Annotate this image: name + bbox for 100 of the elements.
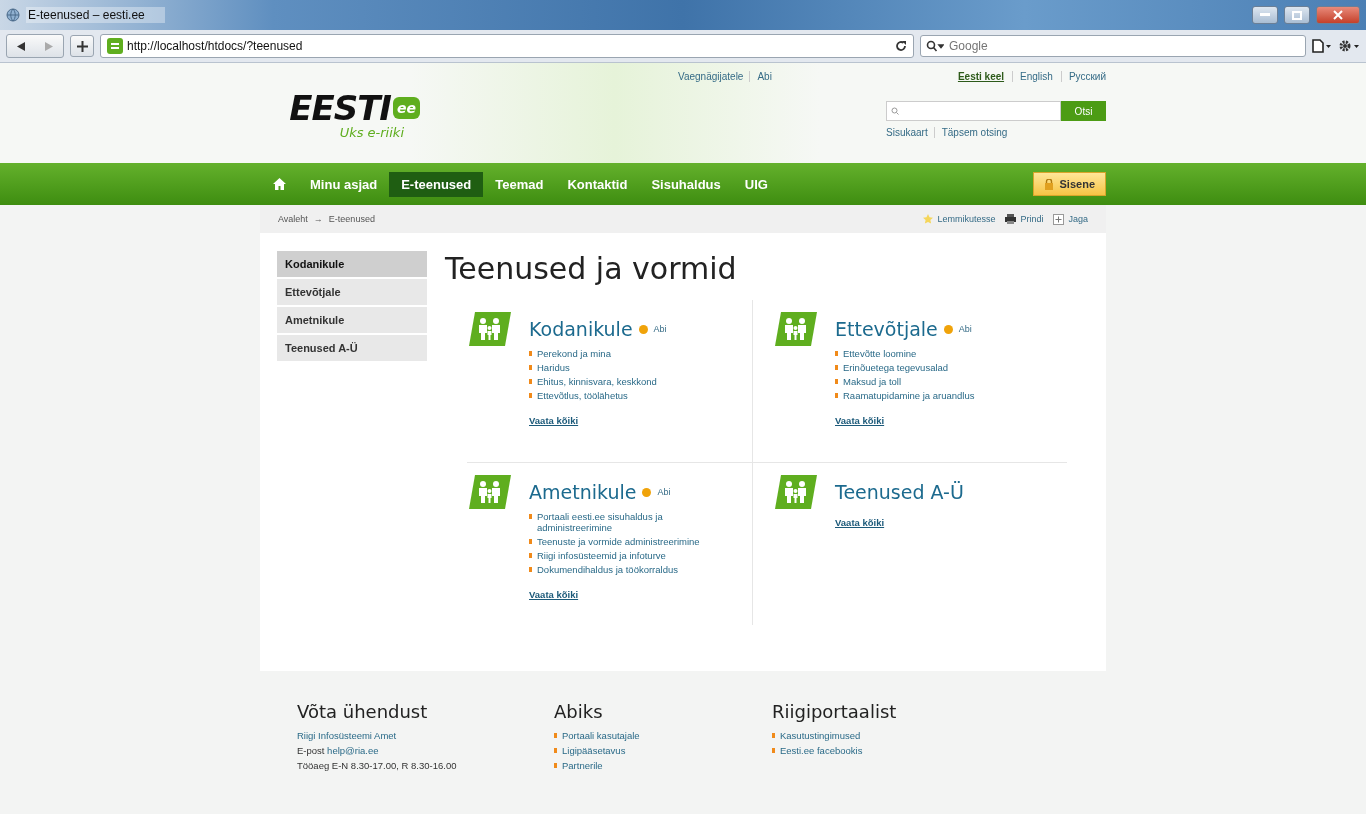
service-link[interactable]: Maksud ja toll bbox=[843, 376, 902, 387]
help-link[interactable]: Abi bbox=[653, 324, 667, 334]
close-button[interactable] bbox=[1316, 6, 1360, 24]
printer-icon bbox=[1005, 214, 1017, 224]
header-link[interactable]: Abi bbox=[749, 71, 772, 82]
lock-icon bbox=[1043, 178, 1054, 190]
language-link[interactable]: Русский bbox=[1060, 71, 1106, 82]
sidebar-item[interactable]: Ettevõtjale bbox=[277, 279, 427, 305]
breadcrumb-link[interactable]: E-teenused bbox=[328, 214, 375, 224]
view-all-link[interactable]: Vaata kõiki bbox=[835, 415, 885, 426]
sidebar-item[interactable]: Ametnikule bbox=[277, 307, 427, 333]
help-dot-icon bbox=[943, 324, 953, 334]
organization-link[interactable]: Riigi Infosüsteemi Amet bbox=[297, 730, 554, 741]
home-icon bbox=[272, 178, 286, 190]
globe-icon bbox=[6, 8, 20, 22]
header-link[interactable]: Vaegnägijatele bbox=[678, 71, 744, 82]
search-link[interactable]: Sisukaart bbox=[886, 127, 928, 138]
bullet-icon bbox=[529, 553, 532, 558]
login-button[interactable]: Sisene bbox=[1032, 172, 1106, 196]
window-title: E-teenused – eesti.ee bbox=[26, 7, 165, 23]
nav-tab[interactable]: UIG bbox=[732, 171, 780, 197]
help-link[interactable]: Abi bbox=[657, 487, 671, 497]
bullet-icon bbox=[529, 351, 532, 356]
footer-link[interactable]: Eesti.ee facebookis bbox=[780, 745, 863, 756]
footer-link[interactable]: Kasutustingimused bbox=[780, 730, 861, 741]
footer-heading: Abiks bbox=[554, 701, 604, 722]
sidebar-item[interactable]: Kodanikule bbox=[277, 251, 427, 277]
close-icon bbox=[1333, 10, 1343, 20]
people-icon bbox=[467, 310, 513, 348]
plus-icon bbox=[76, 40, 88, 52]
sidebar-item[interactable]: Teenused A-Ü bbox=[277, 335, 427, 361]
service-link[interactable]: Raamatupidamine ja aruandlus bbox=[843, 390, 975, 401]
footer-link[interactable]: Partnerile bbox=[562, 760, 603, 771]
breadcrumb-separator: → bbox=[313, 214, 323, 224]
bullet-icon bbox=[529, 514, 532, 519]
maximize-button[interactable] bbox=[1284, 6, 1310, 24]
view-all-link[interactable]: Vaata kõiki bbox=[529, 589, 579, 600]
service-link[interactable]: Ettevõtte loomine bbox=[843, 348, 917, 359]
service-link[interactable]: Dokumendihaldus ja töökorraldus bbox=[537, 564, 678, 575]
section-title[interactable]: Kodanikule bbox=[529, 318, 633, 340]
nav-tab[interactable]: Kontaktid bbox=[555, 171, 640, 197]
email-line: E-post help@ria.ee bbox=[297, 745, 380, 756]
reload-icon[interactable] bbox=[895, 40, 907, 52]
footer-heading: Võta ühendust bbox=[297, 701, 429, 722]
footer-link[interactable]: Portaali kasutajale bbox=[562, 730, 640, 741]
help-dot-icon bbox=[638, 324, 648, 334]
view-all-link[interactable]: Vaata kõiki bbox=[835, 517, 885, 528]
search-button[interactable]: Otsi bbox=[1061, 101, 1106, 121]
settings-icon[interactable] bbox=[1338, 39, 1360, 53]
star-icon bbox=[923, 214, 934, 224]
view-all-link[interactable]: Vaata kõiki bbox=[529, 415, 579, 426]
bullet-icon bbox=[529, 393, 532, 398]
bullet-icon bbox=[554, 763, 557, 768]
service-link[interactable]: Ehitus, kinnisvara, keskkond bbox=[537, 376, 657, 387]
email-link[interactable]: help@ria.ee bbox=[327, 745, 379, 756]
help-dot-icon bbox=[642, 487, 652, 497]
site-search-field[interactable] bbox=[886, 101, 1061, 121]
search-field[interactable]: Google bbox=[920, 35, 1306, 57]
service-link[interactable]: Ettevõtlus, töölähetus bbox=[537, 390, 628, 401]
address-bar[interactable]: http://localhost/htdocs/?teenused bbox=[100, 34, 914, 58]
bullet-icon bbox=[529, 567, 532, 572]
nav-tab[interactable]: Sisuhaldus bbox=[639, 171, 733, 197]
search-link[interactable]: Täpsem otsing bbox=[933, 127, 1008, 138]
page-title: Teenused ja vormid bbox=[445, 251, 738, 286]
section-title[interactable]: Ettevõtjale bbox=[835, 318, 938, 340]
language-link[interactable]: Eesti keel bbox=[957, 71, 1005, 82]
page-menu-icon[interactable] bbox=[1312, 39, 1332, 53]
plus-icon bbox=[1053, 213, 1065, 225]
section-title[interactable]: Teenused A-Ü bbox=[835, 481, 964, 503]
add-bookmark-button[interactable] bbox=[70, 35, 94, 57]
page-action[interactable]: Jaga bbox=[1053, 213, 1088, 225]
breadcrumb-link[interactable]: Avaleht bbox=[278, 214, 308, 224]
page-action[interactable]: Lemmikutesse bbox=[923, 214, 996, 224]
nav-tab[interactable]: E-teenused bbox=[389, 171, 484, 197]
service-link[interactable]: Erinõuetega tegevusalad bbox=[843, 362, 949, 373]
service-link[interactable]: Teenuste ja vormide administreerimine bbox=[537, 536, 700, 547]
help-link[interactable]: Abi bbox=[958, 324, 972, 334]
bullet-icon bbox=[554, 733, 557, 738]
people-icon bbox=[467, 473, 513, 511]
search-icon bbox=[891, 107, 899, 115]
bullet-icon bbox=[529, 365, 532, 370]
bullet-icon bbox=[835, 393, 838, 398]
service-link[interactable]: Haridus bbox=[537, 362, 570, 373]
service-link[interactable]: Riigi infosüsteemid ja infoturve bbox=[537, 550, 666, 561]
service-link[interactable]: Perekond ja mina bbox=[537, 348, 611, 359]
minimize-button[interactable] bbox=[1252, 6, 1278, 24]
section-title[interactable]: Ametnikule bbox=[529, 481, 637, 503]
site-icon bbox=[107, 38, 123, 54]
bullet-icon bbox=[835, 351, 838, 356]
nav-tab[interactable]: Minu asjad bbox=[298, 171, 390, 197]
forward-arrow-icon bbox=[45, 41, 53, 51]
people-icon bbox=[773, 310, 819, 348]
bullet-icon bbox=[554, 748, 557, 753]
back-arrow-icon bbox=[17, 41, 25, 51]
office-hours: Tööaeg E-N 8.30-17.00, R 8.30-16.00 bbox=[297, 760, 458, 771]
language-link[interactable]: English bbox=[1012, 71, 1053, 82]
service-link[interactable]: Portaali eesti.ee sisuhaldus ja administreerimine bbox=[537, 511, 724, 533]
nav-tab[interactable]: Teemad bbox=[483, 171, 556, 197]
page-action[interactable]: Prindi bbox=[1005, 214, 1044, 224]
footer-link[interactable]: Ligipääsetavus bbox=[562, 745, 626, 756]
